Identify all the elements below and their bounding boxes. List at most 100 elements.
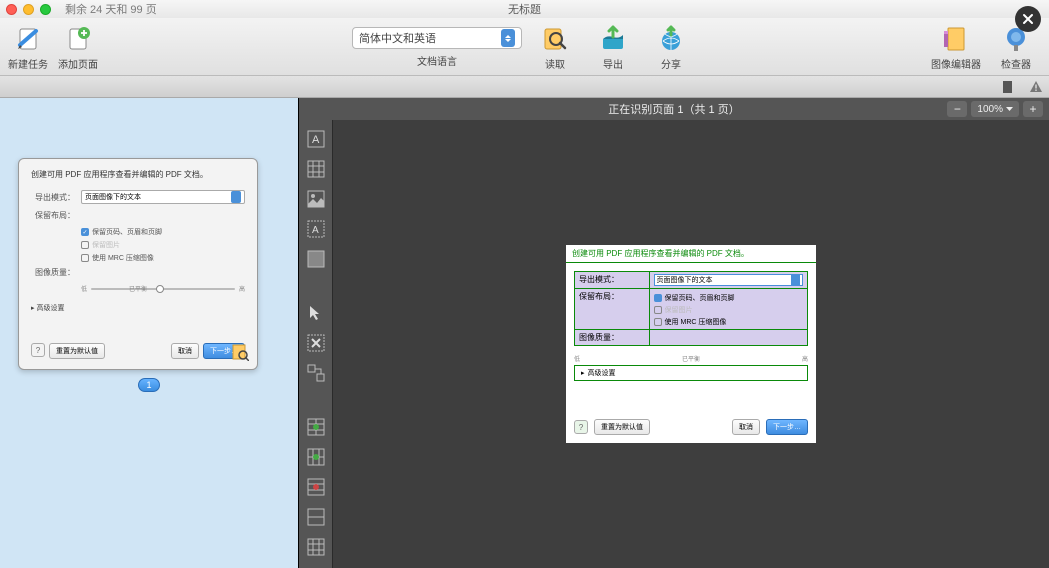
document-icon[interactable] bbox=[1001, 80, 1015, 94]
share-icon bbox=[657, 25, 685, 53]
order-tool[interactable] bbox=[305, 362, 327, 384]
read-button[interactable]: 读取 bbox=[540, 24, 570, 71]
page-corner-icon bbox=[231, 343, 249, 361]
ocr-slider-balanced: 已平衡 bbox=[682, 354, 700, 363]
ocr-help-button: ? bbox=[574, 420, 588, 434]
ocr-slider-high: 高 bbox=[802, 354, 808, 363]
checkbox-icon bbox=[654, 294, 662, 302]
minimize-window-button[interactable] bbox=[23, 4, 34, 15]
image-editor-label: 图像编辑器 bbox=[931, 56, 981, 71]
ocr-slider-scale: 低 已平衡 高 bbox=[566, 354, 816, 363]
add-horizontal-split-tool[interactable] bbox=[305, 446, 327, 468]
close-icon bbox=[1021, 12, 1035, 26]
ocr-check-headers: 保留页码、页眉和页脚 bbox=[665, 293, 735, 303]
ocr-keep-layout-label: 保留布局： bbox=[575, 289, 650, 330]
checkbox-icon bbox=[81, 254, 89, 262]
editor-header: 正在识别页面 1（共 1 页） − 100% + bbox=[299, 98, 1049, 120]
add-page-icon bbox=[64, 25, 92, 53]
select-arrows-icon bbox=[791, 275, 800, 285]
language-group: 简体中文和英语 文档语言 读取 导出 分享 bbox=[352, 24, 696, 71]
close-overlay-button[interactable] bbox=[1015, 6, 1041, 32]
delete-area-tool[interactable] bbox=[305, 332, 327, 354]
editor-pane: 正在识别页面 1（共 1 页） − 100% + A A bbox=[299, 98, 1049, 568]
page-pane-header bbox=[0, 76, 1049, 98]
new-task-label: 新建任务 bbox=[8, 56, 48, 71]
image-editor-button[interactable]: 图像编辑器 bbox=[931, 24, 981, 71]
pointer-tool[interactable] bbox=[305, 302, 327, 324]
slider-high: 高 bbox=[239, 284, 245, 293]
svg-text:A: A bbox=[312, 134, 320, 146]
help-button: ? bbox=[31, 343, 45, 357]
page-thumbnail-1[interactable]: 创建可用 PDF 应用程序查看并编辑的 PDF 文档。 导出模式： 页面图像下的… bbox=[18, 158, 258, 370]
background-tool[interactable] bbox=[305, 248, 327, 270]
reset-defaults-button: 重置为默认值 bbox=[49, 343, 105, 359]
svg-text:A: A bbox=[312, 225, 319, 236]
select-arrows-icon bbox=[231, 191, 241, 203]
ocr-next-button: 下一步… bbox=[766, 419, 808, 435]
image-editor-icon bbox=[942, 25, 970, 53]
zoom-controls: − 100% + bbox=[947, 101, 1043, 117]
checkbox-icon: ✓ bbox=[81, 228, 89, 236]
zoom-value[interactable]: 100% bbox=[971, 101, 1019, 117]
checkbox-icon bbox=[654, 318, 662, 326]
zoom-in-button[interactable]: + bbox=[1023, 101, 1043, 117]
add-page-label: 添加页面 bbox=[58, 56, 98, 71]
ocr-check-keep-image: 保留图片 bbox=[665, 305, 693, 315]
ocr-advanced-row: ▸ 高级设置 bbox=[574, 365, 808, 381]
page-number-badge[interactable]: 1 bbox=[138, 378, 160, 392]
window-title: 无标题 bbox=[508, 1, 541, 17]
titlebar: 剩余 24 天和 99 页 无标题 bbox=[0, 0, 1049, 18]
export-mode-value: 页面图像下的文本 bbox=[85, 192, 141, 202]
ocr-cancel-button: 取消 bbox=[732, 419, 760, 435]
zoom-out-button[interactable]: − bbox=[947, 101, 967, 117]
warning-icon[interactable] bbox=[1029, 80, 1043, 94]
export-button[interactable]: 导出 bbox=[598, 24, 628, 71]
chevron-down-icon bbox=[1006, 107, 1013, 112]
remove-split-tool[interactable] bbox=[305, 476, 327, 498]
ocr-reset-button: 重置为默认值 bbox=[594, 419, 650, 435]
textbox-tool[interactable]: A bbox=[305, 218, 327, 240]
doc-language-label: 文档语言 bbox=[417, 53, 457, 68]
new-task-button[interactable]: 新建任务 bbox=[8, 24, 48, 71]
annotation-toolbar: A A bbox=[299, 120, 333, 568]
language-select[interactable]: 简体中文和英语 bbox=[352, 27, 522, 49]
select-arrows-icon bbox=[501, 29, 515, 47]
new-task-icon bbox=[14, 25, 42, 53]
slider-low: 低 bbox=[81, 284, 87, 293]
ocr-export-mode-label: 导出模式： bbox=[575, 272, 650, 289]
slider-balanced: 已平衡 bbox=[129, 284, 147, 293]
ocr-image-quality-label: 图像质量： bbox=[575, 330, 650, 346]
check-keep-image-label: 保留图片 bbox=[92, 240, 120, 250]
zoom-window-button[interactable] bbox=[40, 4, 51, 15]
share-button[interactable]: 分享 bbox=[656, 24, 686, 71]
export-label: 导出 bbox=[603, 56, 623, 71]
read-label: 读取 bbox=[545, 56, 565, 71]
ocr-check-mrc: 使用 MRC 压缩图像 bbox=[665, 317, 727, 327]
text-area-tool[interactable]: A bbox=[305, 128, 327, 150]
language-value: 简体中文和英语 bbox=[359, 30, 436, 46]
table-tool[interactable] bbox=[305, 158, 327, 180]
recognition-status: 正在识别页面 1（共 1 页） bbox=[608, 101, 739, 117]
add-page-button[interactable]: 添加页面 bbox=[58, 24, 98, 71]
magnifier-icon bbox=[541, 25, 569, 53]
main-area: 创建可用 PDF 应用程序查看并编辑的 PDF 文档。 导出模式： 页面图像下的… bbox=[0, 98, 1049, 568]
inspector-label: 检查器 bbox=[1001, 56, 1031, 71]
check-mrc-label: 使用 MRC 压缩图像 bbox=[92, 253, 154, 263]
ocr-preview: 创建可用 PDF 应用程序查看并编辑的 PDF 文档。 导出模式： 页面图像下的… bbox=[566, 245, 816, 443]
close-window-button[interactable] bbox=[6, 4, 17, 15]
merge-cells-tool[interactable] bbox=[305, 506, 327, 528]
split-cells-tool[interactable] bbox=[305, 536, 327, 558]
document-canvas[interactable]: 创建可用 PDF 应用程序查看并编辑的 PDF 文档。 导出模式： 页面图像下的… bbox=[333, 120, 1049, 568]
window-controls bbox=[6, 4, 51, 15]
trial-status: 剩余 24 天和 99 页 bbox=[65, 1, 157, 17]
ocr-export-mode-select: 页面图像下的文本 bbox=[654, 274, 803, 286]
export-mode-select: 页面图像下的文本 bbox=[81, 190, 245, 204]
ocr-slider-low: 低 bbox=[574, 354, 580, 363]
checkbox-icon bbox=[81, 241, 89, 249]
ocr-export-mode-value: 页面图像下的文本 bbox=[657, 275, 713, 285]
checkbox-icon bbox=[654, 306, 662, 314]
image-quality-label: 图像质量： bbox=[31, 267, 75, 278]
image-tool[interactable] bbox=[305, 188, 327, 210]
add-vertical-split-tool[interactable] bbox=[305, 416, 327, 438]
ocr-title: 创建可用 PDF 应用程序查看并编辑的 PDF 文档。 bbox=[566, 245, 816, 263]
